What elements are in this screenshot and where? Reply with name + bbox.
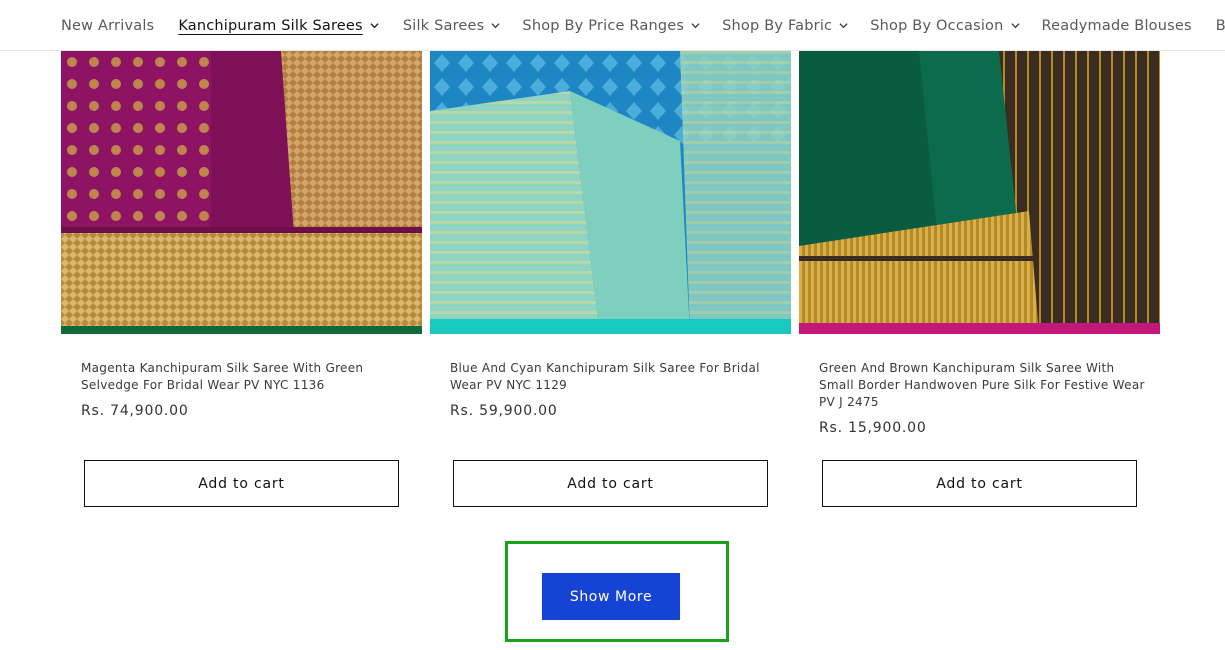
product-price: Rs. 15,900.00 bbox=[819, 420, 927, 436]
nav-item-shop-by-price-ranges[interactable]: Shop By Price Ranges bbox=[522, 18, 700, 34]
product-title[interactable]: Blue And Cyan Kanchipuram Silk Saree For… bbox=[450, 360, 780, 394]
show-more-button[interactable]: Show More bbox=[542, 573, 680, 620]
nav-item-new-arrivals[interactable]: New Arrivals bbox=[61, 18, 154, 34]
nav-item-shop-by-occasion[interactable]: Shop By Occasion bbox=[870, 17, 1020, 34]
nav-item-shop-by-fabric[interactable]: Shop By Fabric bbox=[722, 18, 848, 34]
product-image[interactable] bbox=[799, 51, 1160, 334]
chevron-down-icon bbox=[1010, 23, 1020, 29]
nav-label: Blog bbox=[1215, 17, 1225, 34]
product-price: Rs. 74,900.00 bbox=[81, 403, 189, 419]
add-to-cart-button[interactable]: Add to cart bbox=[84, 460, 399, 507]
product-title[interactable]: Green And Brown Kanchipuram Silk Saree W… bbox=[819, 360, 1149, 411]
nav-item-silk-sarees[interactable]: Silk Sarees bbox=[403, 18, 501, 34]
product-title[interactable]: Magenta Kanchipuram Silk Saree With Gree… bbox=[81, 360, 411, 394]
product-price: Rs. 59,900.00 bbox=[450, 403, 558, 419]
nav-item-kanchipuram-silk-sarees[interactable]: Kanchipuram Silk Sarees bbox=[178, 18, 379, 34]
product-card: Magenta Kanchipuram Silk Saree With Gree… bbox=[61, 51, 422, 507]
nav-label: Readymade Blouses bbox=[1041, 17, 1192, 34]
chevron-down-icon bbox=[691, 23, 700, 29]
main-navigation: New Arrivals Kanchipuram Silk Sarees Sil… bbox=[0, 0, 1225, 51]
add-to-cart-button[interactable]: Add to cart bbox=[453, 460, 768, 507]
nav-label: Shop By Price Ranges bbox=[522, 17, 685, 34]
chevron-down-icon bbox=[491, 23, 500, 29]
product-image[interactable] bbox=[430, 51, 791, 334]
nav-label: Shop By Fabric bbox=[722, 17, 833, 34]
nav-menu: New Arrivals Kanchipuram Silk Sarees Sil… bbox=[61, 0, 1225, 51]
nav-label: Silk Sarees bbox=[402, 17, 485, 34]
chevron-down-icon bbox=[370, 23, 379, 29]
product-card: Green And Brown Kanchipuram Silk Saree W… bbox=[799, 51, 1160, 507]
nav-item-readymade-blouses[interactable]: Readymade Blouses bbox=[1042, 18, 1192, 34]
product-card: Blue And Cyan Kanchipuram Silk Saree For… bbox=[430, 51, 791, 507]
nav-label: Kanchipuram Silk Sarees bbox=[178, 17, 363, 34]
nav-label: New Arrivals bbox=[61, 17, 155, 34]
nav-item-blog[interactable]: Blog bbox=[1216, 18, 1225, 34]
product-image[interactable] bbox=[61, 51, 422, 334]
add-to-cart-button[interactable]: Add to cart bbox=[822, 460, 1137, 507]
chevron-down-icon bbox=[839, 23, 848, 29]
nav-label: Shop By Occasion bbox=[870, 17, 1004, 34]
